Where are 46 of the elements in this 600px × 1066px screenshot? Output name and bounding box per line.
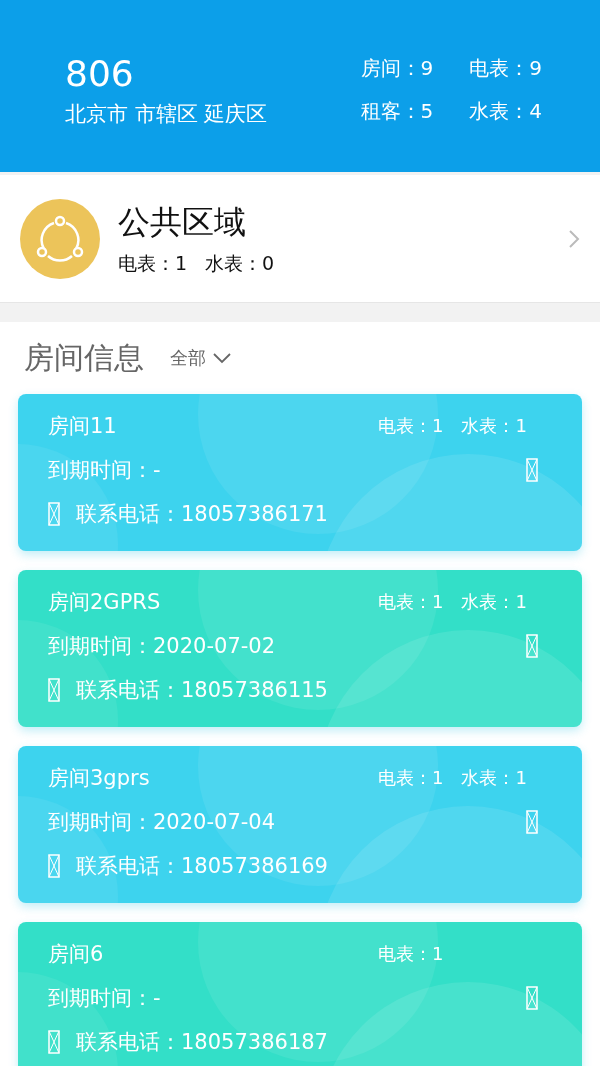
missing-glyph-icon	[48, 502, 60, 526]
public-area-row[interactable]: 公共区域 电表：1 水表：0	[0, 175, 600, 303]
expiry-text: 到期时间：2020-07-02	[48, 633, 276, 660]
meter-count: 水表：0	[205, 250, 275, 276]
meter-count: 水表：1	[461, 414, 527, 438]
missing-glyph-icon	[526, 634, 538, 658]
phone-text: 联系电话：18057386169	[76, 853, 328, 880]
meter-count: 电表：1	[378, 590, 444, 614]
room-card[interactable]: 房间2GPRS 电表：1 水表：1 到期时间：2020-07-02 联系电话：18057386115	[18, 570, 582, 727]
expiry-text: 到期时间：-	[48, 985, 161, 1012]
stat-text: 房间：9	[360, 55, 434, 82]
room-name: 房间3gprs	[48, 765, 150, 792]
room-name: 房间11	[48, 413, 117, 440]
filter-dropdown[interactable]: 全部	[170, 346, 232, 370]
meter-count: 电表：1	[378, 414, 444, 438]
meter-count: 水表：1	[461, 590, 527, 614]
meter-count: 水表：1	[461, 766, 527, 790]
location-text: 北京市 市辖区 延庆区	[65, 100, 268, 128]
section-title: 房间信息	[24, 338, 144, 377]
expiry-text: 到期时间：2020-07-04	[48, 809, 276, 836]
room-name: 房间6	[48, 941, 104, 968]
meter-count: 电表：1	[118, 250, 188, 276]
missing-glyph-icon	[526, 810, 538, 834]
stat-text: 水表：4	[469, 98, 542, 125]
room-name: 房间2GPRS	[48, 589, 161, 616]
room-card[interactable]: 房间6 电表：1 到期时间：- 联系电话：18057386187	[18, 922, 582, 1066]
stat-text: 电表：9	[469, 55, 542, 82]
meter-count: 电表：1	[378, 766, 444, 790]
room-card[interactable]: 房间3gprs 电表：1 水表：1 到期时间：2020-07-04 联系电话：18057386169	[18, 746, 582, 903]
missing-glyph-icon	[48, 678, 60, 702]
missing-glyph-icon	[48, 854, 60, 878]
phone-text: 联系电话：18057386187	[76, 1029, 328, 1056]
missing-glyph-icon	[48, 1030, 60, 1054]
phone-text: 联系电话：18057386115	[76, 677, 328, 704]
share-icon	[20, 198, 100, 279]
stat-text: 租客：5	[360, 98, 434, 125]
room-card[interactable]: 房间11 电表：1 水表：1 到期时间：- 联系电话：18057386171	[18, 394, 582, 551]
expiry-text: 到期时间：-	[48, 457, 161, 484]
chevron-right-icon	[568, 228, 580, 249]
chevron-down-icon	[212, 352, 232, 364]
missing-glyph-icon	[526, 458, 538, 482]
public-area-title: 公共区域	[118, 201, 247, 243]
phone-text: 联系电话：18057386171	[76, 501, 328, 528]
property-title: 806	[65, 52, 135, 94]
meter-count: 电表：1	[378, 942, 444, 966]
missing-glyph-icon	[526, 986, 538, 1010]
